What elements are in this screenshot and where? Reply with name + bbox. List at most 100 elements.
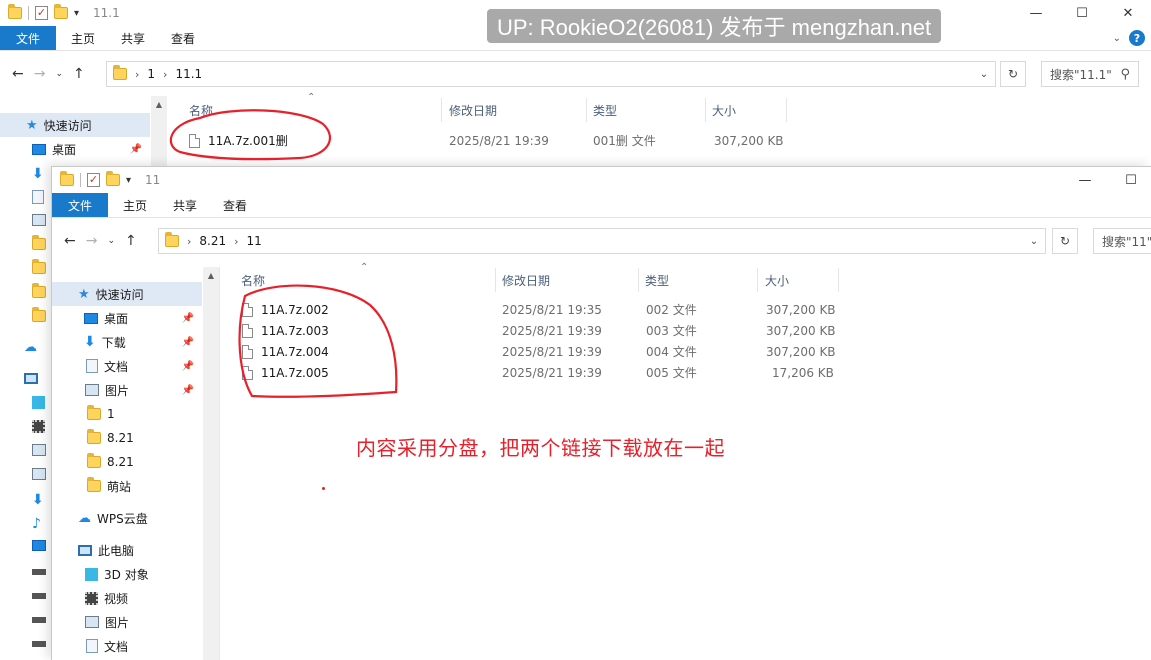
tab-view[interactable]: 查看 bbox=[210, 193, 260, 217]
sidebar-item-label: WPS云盘 bbox=[97, 511, 148, 526]
forward-arrow-icon[interactable]: → bbox=[86, 233, 98, 249]
close-button[interactable]: ✕ bbox=[1105, 0, 1151, 26]
column-divider[interactable] bbox=[586, 98, 587, 122]
sidebar-item-wps-cloud[interactable]: ☁ WPS云盘 bbox=[52, 506, 202, 530]
column-header-type[interactable]: 类型 bbox=[593, 98, 617, 122]
sidebar-item-3d-objects[interactable]: 3D 对象 bbox=[52, 562, 202, 586]
sidebar-item-videos[interactable]: 视频 bbox=[52, 586, 202, 610]
sidebar-scrollbar[interactable]: ▲ bbox=[203, 267, 219, 660]
3d-objects-icon bbox=[85, 567, 98, 581]
file-name-cell: 11A.7z.003 bbox=[242, 323, 329, 338]
watermark-banner: UP: RookieO2(26081) 发布于 mengzhan.net bbox=[487, 9, 942, 43]
file-row[interactable]: 11A.7z.001删 2025/8/21 19:39 001删 文件 307,… bbox=[189, 130, 809, 151]
column-divider[interactable] bbox=[495, 268, 496, 292]
column-divider[interactable] bbox=[638, 268, 639, 292]
file-name: 11A.7z.004 bbox=[261, 344, 329, 359]
sidebar-item-documents[interactable]: 文档 bbox=[52, 634, 202, 658]
tab-home[interactable]: 主页 bbox=[56, 26, 108, 50]
back-arrow-icon[interactable]: ← bbox=[64, 233, 76, 249]
customize-toolbar-icon[interactable]: ▾ bbox=[126, 175, 131, 186]
sidebar-item-pictures[interactable]: 图片 bbox=[52, 610, 202, 634]
sidebar-item-folder-mengzhan[interactable]: 萌站 bbox=[52, 474, 202, 498]
file-row[interactable]: 11A.7z.002 2025/8/21 19:35 002 文件 307,20… bbox=[242, 299, 862, 320]
file-name-cell: 11A.7z.001删 bbox=[189, 132, 288, 149]
address-dropdown-icon[interactable]: ⌄ bbox=[973, 62, 995, 86]
sidebar-item-desktop[interactable]: 桌面 📌 bbox=[0, 137, 150, 161]
sidebar-item-downloads[interactable]: ⬇ 下载 📌 bbox=[52, 330, 202, 354]
recent-locations-icon[interactable]: ⌄ bbox=[55, 69, 63, 79]
sidebar-item-this-pc[interactable]: 此电脑 bbox=[52, 538, 202, 562]
file-row[interactable]: 11A.7z.004 2025/8/21 19:39 004 文件 307,20… bbox=[242, 341, 862, 362]
properties-icon[interactable]: ✓ bbox=[87, 173, 100, 187]
tab-share[interactable]: 共享 bbox=[108, 26, 158, 50]
expand-ribbon-icon[interactable]: ⌄ bbox=[1113, 33, 1121, 44]
address-bar[interactable]: › 1 › 11.1 ⌄ bbox=[106, 61, 996, 87]
front-explorer-window: ✓ ▾ 11 — ☐ 文件 主页 共享 查看 ← → ⌄ ↑ › 8.21 › … bbox=[51, 166, 1151, 660]
tab-file[interactable]: 文件 bbox=[0, 26, 57, 50]
file-row[interactable]: 11A.7z.005 2025/8/21 19:39 005 文件 17,206… bbox=[242, 362, 862, 383]
sidebar-item-desktop[interactable]: 桌面 📌 bbox=[52, 306, 202, 330]
column-header-modified[interactable]: 修改日期 bbox=[502, 268, 550, 292]
pictures-icon bbox=[85, 384, 99, 396]
window-title: 11.1 bbox=[93, 6, 120, 20]
search-input[interactable]: 搜索"11" bbox=[1093, 228, 1151, 254]
address-bar[interactable]: › 8.21 › 11 ⌄ bbox=[158, 228, 1046, 254]
breadcrumb-segment[interactable]: 1 bbox=[147, 67, 155, 81]
sort-ascending-icon: ⌃ bbox=[307, 92, 316, 103]
properties-icon[interactable]: ✓ bbox=[35, 6, 48, 20]
tab-share[interactable]: 共享 bbox=[160, 193, 210, 217]
search-input[interactable]: 搜索"11.1" ⚲ bbox=[1041, 61, 1139, 87]
refresh-button[interactable]: ↻ bbox=[1052, 228, 1078, 254]
scroll-up-icon[interactable]: ▲ bbox=[151, 96, 167, 112]
sidebar-item-folder-8-21[interactable]: 8.21 bbox=[52, 450, 202, 474]
column-divider[interactable] bbox=[757, 268, 758, 292]
forward-arrow-icon[interactable]: → bbox=[34, 66, 46, 82]
column-header-size[interactable]: 大小 bbox=[712, 98, 736, 122]
sidebar-item-pictures[interactable]: 图片 📌 bbox=[52, 378, 202, 402]
column-divider[interactable] bbox=[441, 98, 442, 122]
chevron-right-icon: › bbox=[187, 234, 192, 248]
sidebar-item-quick-access[interactable]: ★ 快速访问 bbox=[52, 282, 202, 306]
back-arrow-icon[interactable]: ← bbox=[12, 66, 24, 82]
maximize-button[interactable]: ☐ bbox=[1108, 167, 1151, 193]
sidebar-item-documents[interactable]: 文档 📌 bbox=[52, 354, 202, 378]
pictures-icon bbox=[32, 468, 50, 492]
refresh-button[interactable]: ↻ bbox=[1000, 61, 1026, 87]
tab-home[interactable]: 主页 bbox=[108, 193, 160, 217]
help-icon[interactable]: ? bbox=[1129, 30, 1145, 46]
pin-icon: 📌 bbox=[181, 360, 194, 372]
customize-toolbar-icon[interactable]: ▾ bbox=[74, 8, 79, 19]
recent-locations-icon[interactable]: ⌄ bbox=[107, 236, 115, 246]
column-header-name[interactable]: 名称 bbox=[241, 268, 265, 292]
column-divider[interactable] bbox=[705, 98, 706, 122]
scroll-up-icon[interactable]: ▲ bbox=[203, 267, 219, 283]
address-dropdown-icon[interactable]: ⌄ bbox=[1023, 229, 1045, 253]
file-row[interactable]: 11A.7z.003 2025/8/21 19:39 003 文件 307,20… bbox=[242, 320, 862, 341]
breadcrumb-segment[interactable]: 8.21 bbox=[199, 234, 226, 248]
tab-file[interactable]: 文件 bbox=[52, 193, 109, 217]
up-arrow-icon[interactable]: ↑ bbox=[125, 233, 137, 249]
sidebar-item-folder-8-21[interactable]: 8.21 bbox=[52, 426, 202, 450]
folder-icon bbox=[113, 65, 127, 80]
breadcrumb-segment[interactable]: 11 bbox=[247, 234, 262, 248]
up-arrow-icon[interactable]: ↑ bbox=[73, 66, 85, 82]
sidebar-scrollbar[interactable]: ▲ bbox=[151, 96, 167, 166]
folder-icon bbox=[87, 477, 101, 492]
file-modified: 2025/8/21 19:35 bbox=[502, 302, 602, 317]
column-divider[interactable] bbox=[838, 268, 839, 292]
minimize-button[interactable]: — bbox=[1013, 0, 1059, 26]
column-header-modified[interactable]: 修改日期 bbox=[449, 98, 497, 122]
tab-view[interactable]: 查看 bbox=[158, 26, 208, 50]
new-folder-icon[interactable] bbox=[54, 4, 68, 19]
new-folder-icon[interactable] bbox=[106, 171, 120, 186]
sidebar-item-quick-access[interactable]: ★ 快速访问 bbox=[0, 113, 150, 137]
column-header-size[interactable]: 大小 bbox=[765, 268, 789, 292]
sidebar-item-folder-1[interactable]: 1 bbox=[52, 402, 202, 426]
breadcrumb-segment[interactable]: 11.1 bbox=[175, 67, 202, 81]
column-divider[interactable] bbox=[786, 98, 787, 122]
column-header-type[interactable]: 类型 bbox=[645, 268, 669, 292]
column-header-name[interactable]: 名称 bbox=[189, 98, 213, 122]
maximize-button[interactable]: ☐ bbox=[1059, 0, 1105, 26]
minimize-button[interactable]: — bbox=[1062, 167, 1108, 193]
drive-icon bbox=[32, 564, 50, 588]
